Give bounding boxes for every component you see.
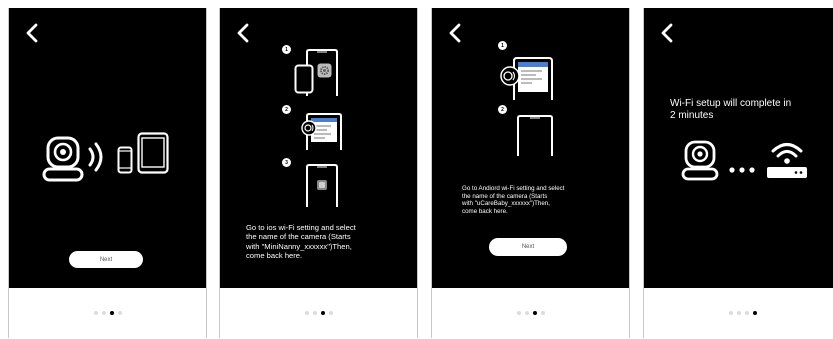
back-arrow-icon[interactable]: [658, 22, 676, 44]
page-indicator: [644, 311, 833, 315]
page-dot: [328, 311, 333, 315]
page-dot: [540, 311, 545, 315]
page-dot: [101, 311, 106, 315]
page-dot: [304, 311, 309, 315]
camera-icon: [42, 136, 84, 182]
page-dot: [93, 311, 98, 315]
step-number: 2: [282, 105, 291, 114]
screen-ios-wifi: 1 2 3 Go to ios wi-Fi setting and select…: [219, 8, 418, 338]
page-dot-active: [532, 311, 537, 315]
screen-content: Wi-Fi setup will complete in 2 minutes: [644, 8, 833, 288]
screen-android-wifi: 1 2 Go to Andiord wi-Fi setting and sele…: [431, 8, 630, 338]
phone-icon: [294, 64, 314, 94]
tablet-icon: [517, 115, 553, 156]
ellipsis-icon: [729, 167, 755, 173]
next-button[interactable]: Next: [69, 251, 143, 268]
screen-setup-complete: Wi-Fi setup will complete in 2 minutes: [643, 8, 833, 338]
wifi-router-icon: [767, 143, 807, 178]
pager-area: [9, 288, 206, 338]
page-dot: [312, 311, 317, 315]
page-dot: [516, 311, 521, 315]
screen-content: 1 2 3 Go to ios wi-Fi setting and select…: [220, 8, 417, 288]
page-indicator: [9, 311, 206, 315]
back-arrow-icon[interactable]: [234, 22, 252, 44]
page-dot-active: [109, 311, 114, 315]
page-dot: [117, 311, 122, 315]
page-dot: [736, 311, 741, 315]
pager-area: [220, 288, 417, 338]
page-dot: [744, 311, 749, 315]
page-indicator: [220, 311, 417, 315]
step-number: 3: [282, 158, 291, 167]
screen-content: 1 2 Go to Andiord wi-Fi setting and sele…: [432, 8, 629, 288]
signal-waves-icon: [88, 142, 103, 172]
step-number: 1: [282, 45, 291, 54]
screen-connect-intro: Next: [8, 8, 207, 338]
back-arrow-icon[interactable]: [23, 22, 41, 44]
tablet-icon: [500, 57, 553, 100]
step-number: 2: [498, 105, 507, 114]
page-dot: [728, 311, 733, 315]
camera-icon: [681, 140, 719, 181]
next-button[interactable]: Next: [489, 238, 567, 256]
status-title: Wi-Fi setup will complete in 2 minutes: [670, 98, 792, 121]
step-number: 1: [498, 41, 507, 50]
back-arrow-icon[interactable]: [446, 22, 464, 44]
tablet-icon: [301, 113, 342, 150]
phone-icon: [117, 146, 133, 174]
pager-area: [644, 288, 833, 338]
page-dot: [524, 311, 529, 315]
tablet-icon: [306, 164, 338, 207]
page-dot-active: [320, 311, 325, 315]
page-indicator: [432, 311, 629, 315]
instruction-text: Go to ios wi-Fi setting and select the n…: [246, 223, 356, 260]
tablet-icon: [137, 132, 169, 174]
settings-app-icon: [317, 63, 332, 78]
pager-area: [432, 288, 629, 338]
screen-content: Next: [9, 8, 206, 288]
page-dot-active: [752, 311, 757, 315]
instruction-text: Go to Andiord wi-Fi setting and select t…: [462, 185, 565, 215]
